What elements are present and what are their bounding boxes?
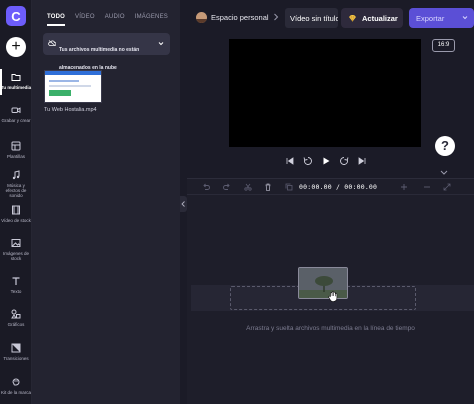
diamond-icon [349,14,356,22]
chevron-right-icon [274,13,279,21]
tab-video[interactable]: VÍDEO [75,14,95,26]
trash-icon[interactable] [264,183,272,191]
chevron-down-icon[interactable] [440,170,448,175]
rewind-5s-icon[interactable] [303,156,313,166]
undo-icon[interactable] [202,183,210,191]
film-icon [12,205,20,215]
zoom-out-icon[interactable] [423,183,431,191]
panel-collapse-handle[interactable] [180,196,187,212]
aspect-ratio-button[interactable]: 16:9 [432,39,455,52]
add-media-button[interactable]: + [6,37,26,57]
tab-all[interactable]: TODO [47,14,66,26]
video-title-input[interactable]: Vídeo sin título [285,8,338,28]
rail-item-brand-kit[interactable]: Kit de la marca [0,377,32,395]
tab-audio[interactable]: AUDIO [105,14,125,26]
cloud-off-icon [48,40,56,46]
media-item-name: Tu Web Hostalia.mp4 [44,107,97,113]
timecode: 00:00.00 / 00:00.00 [299,183,378,191]
video-preview-canvas [229,39,421,147]
chevron-left-icon [181,201,185,207]
rail-item-transitions[interactable]: Transiciones [0,343,32,361]
rail-item-text[interactable]: Texto [0,276,32,294]
image-icon [11,239,21,247]
timeline-drop-hint: Arrastra y suelta archivos multimedia en… [246,325,415,332]
rail-item-templates[interactable]: Plantillas [0,141,32,159]
brand-kit-icon [12,378,20,386]
export-button[interactable]: Exportar [409,8,474,28]
video-camera-icon [11,107,21,114]
cloud-storage-notice[interactable]: Tus archivos multimedia no están almacen… [43,33,170,71]
app-window: C + Tu multimedia Grabar y crear Plantil… [0,0,474,404]
clipchamp-logo[interactable]: C [6,6,26,26]
media-tabs: TODO VÍDEO AUDIO IMÁGENES [47,14,168,26]
play-icon[interactable] [321,156,331,166]
chevron-down-icon [462,16,468,20]
notice-text: Tus archivos multimedia no están almacen… [59,47,140,71]
text-icon [12,277,20,285]
media-panel: TODO VÍDEO AUDIO IMÁGENES Tus archivos m… [32,0,180,404]
zoom-in-icon[interactable] [400,183,408,191]
top-bar: Espacio personal Vídeo sin título Actual… [180,0,474,36]
rail-item-your-media[interactable]: Tu multimedia [0,69,32,95]
rail-item-graphics[interactable]: Gráficos [0,309,32,327]
templates-icon [11,141,21,151]
redo-icon[interactable] [223,183,231,191]
shapes-icon [11,309,21,319]
duplicate-icon[interactable] [285,183,293,191]
help-button[interactable]: ? [435,136,455,156]
rail-item-stock-images[interactable]: Imágenes de stock [0,238,32,261]
dragged-media-clip[interactable] [298,267,348,299]
skip-back-icon[interactable] [285,156,295,166]
timeline: 00:00.00 / 00:00.00 Arrastra y suelta ar… [187,178,474,404]
avatar[interactable] [196,12,207,23]
media-item-thumbnail[interactable] [44,70,102,103]
grab-hand-cursor-icon [328,291,338,302]
skip-forward-icon[interactable] [357,156,367,166]
upgrade-button[interactable]: Actualizar [341,8,403,28]
folder-icon [11,74,21,81]
timeline-toolbar: 00:00.00 / 00:00.00 [187,179,474,195]
chevron-down-icon[interactable] [158,41,164,46]
fit-to-screen-icon[interactable] [443,183,451,191]
forward-5s-icon[interactable] [339,156,349,166]
tree-thumbnail [299,268,347,298]
rail-item-record-create[interactable]: Grabar y crear [0,105,32,123]
split-icon[interactable] [244,183,252,191]
rail-item-stock-video[interactable]: Vídeo de stock [0,205,32,223]
left-rail: C + Tu multimedia Grabar y crear Plantil… [0,0,32,404]
tab-images[interactable]: IMÁGENES [135,14,168,26]
transitions-icon [11,343,21,353]
music-note-icon [12,170,20,180]
rail-item-music-sfx[interactable]: Música y efectos de sonido [0,170,32,198]
workspace-name[interactable]: Espacio personal [211,13,269,22]
